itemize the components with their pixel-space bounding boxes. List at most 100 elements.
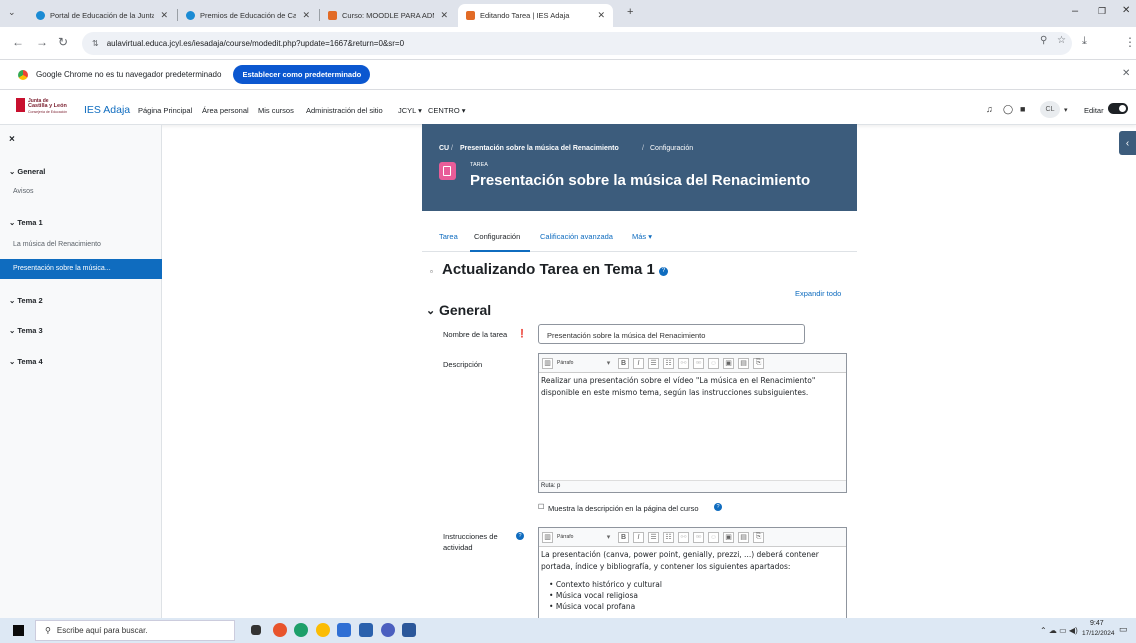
link-icon[interactable]: ⚯	[678, 531, 689, 543]
back-icon[interactable]: ←	[12, 35, 24, 49]
edit-mode-toggle[interactable]	[1108, 103, 1128, 114]
store-icon[interactable]	[359, 623, 373, 637]
window-close-icon[interactable]: ✕	[1122, 5, 1130, 16]
collapse-chevron-icon[interactable]: ⌄	[426, 304, 435, 317]
dropdown-icon[interactable]: ▾	[603, 532, 614, 543]
section-tema-2[interactable]: ⌄ Tema 2	[9, 296, 43, 305]
tab-search-icon[interactable]: ⌄	[8, 7, 16, 18]
paragraph-select[interactable]: Párrafo	[557, 532, 599, 543]
media-icon[interactable]: ▤	[738, 357, 749, 369]
tab-calificacion-avanzada[interactable]: Calificación avanzada	[540, 232, 613, 241]
junta-castilla-leon-logo[interactable]: Junta de Castilla y León Consejería de E…	[16, 98, 71, 118]
notifications-bell-icon[interactable]: ♫	[986, 104, 993, 114]
new-tab-icon[interactable]: +	[627, 6, 633, 18]
unlink-icon[interactable]: ⚮	[693, 357, 704, 369]
media-icon[interactable]: ▤	[738, 531, 749, 543]
toolbar-toggle-icon[interactable]: ▥	[542, 531, 553, 543]
user-avatar[interactable]: CL	[1040, 101, 1060, 118]
help-icon[interactable]: ?	[516, 532, 524, 540]
chrome-menu-icon[interactable]: ⋮	[1124, 35, 1136, 49]
bookmark-star-icon[interactable]: ☆	[1057, 35, 1066, 46]
grid-icon[interactable]: ■	[1020, 104, 1025, 114]
drawer-item-avisos[interactable]: Avisos	[13, 188, 34, 195]
numbered-list-icon[interactable]: ☷	[663, 357, 674, 369]
bold-icon[interactable]: B	[618, 531, 629, 543]
section-tema-4[interactable]: ⌄ Tema 4	[9, 357, 43, 366]
clock-date[interactable]: 17/12/2024	[1082, 630, 1115, 637]
address-bar[interactable]: ⇅ aulavirtual.educa.jcyl.es/iesadaja/cou…	[82, 32, 1072, 55]
close-icon[interactable]: ✕	[440, 10, 448, 21]
messages-icon[interactable]: ◯	[1003, 104, 1013, 115]
italic-icon[interactable]: I	[633, 531, 644, 543]
breadcrumb-activity[interactable]: Presentación sobre la música del Renacim…	[460, 145, 619, 152]
show-description-checkbox[interactable]: ☐	[538, 503, 544, 511]
section-tema-1[interactable]: ⌄ Tema 1	[9, 218, 43, 227]
teams-icon[interactable]	[381, 623, 395, 637]
restore-icon[interactable]: ❐	[1098, 6, 1106, 17]
emoji-icon[interactable]: ☺	[708, 357, 719, 369]
file-icon[interactable]: ⎘	[753, 357, 764, 369]
menu-pagina-principal[interactable]: Página Principal	[138, 106, 192, 115]
unlink-icon[interactable]: ⚮	[693, 531, 704, 543]
drawer-item-presentacion[interactable]: Presentación sobre la música...	[0, 259, 162, 279]
browser-tab-portal[interactable]: Portal de Educación de la Junta ✕	[28, 4, 176, 27]
bullet-list-icon[interactable]: ☰	[648, 357, 659, 369]
system-tray-icons[interactable]: ⌃ ☁ ▭ ◀)	[1040, 626, 1078, 635]
block-drawer-toggle-icon[interactable]: ‹	[1119, 131, 1136, 155]
drawer-item-musica-renacimiento[interactable]: La música del Renacimiento	[13, 241, 101, 248]
section-general[interactable]: ⌄ General	[9, 167, 45, 176]
firefox-icon[interactable]	[273, 623, 287, 637]
reload-icon[interactable]: ↻	[58, 35, 68, 49]
set-default-button[interactable]: Establecer como predeterminado	[233, 65, 371, 84]
task-view-icon[interactable]	[251, 625, 261, 635]
menu-mis-cursos[interactable]: Mis cursos	[258, 106, 294, 115]
tab-mas[interactable]: Más ▾	[632, 232, 652, 241]
site-info-icon[interactable]: ⇅	[92, 39, 99, 48]
instructions-text[interactable]: La presentación (canva, power point, gen…	[539, 547, 846, 575]
bullet-list-icon[interactable]: ☰	[648, 531, 659, 543]
infobar-close-icon[interactable]: ✕	[1122, 68, 1130, 79]
menu-administracion[interactable]: Administración del sitio	[306, 106, 383, 115]
description-editor[interactable]: ▥ Párrafo ▾ B I ☰ ☷ ⚯ ⚮ ☺ ▣ ▤ ⎘ Realizar…	[538, 353, 847, 493]
browser-tab-curso[interactable]: Curso: MOODLE PARA ADMINI ✕	[320, 4, 456, 27]
browser-tab-premios[interactable]: Premios de Educación de Castil ✕	[178, 4, 318, 27]
emoji-icon[interactable]: ☺	[708, 531, 719, 543]
help-icon[interactable]: ?	[714, 503, 722, 511]
windows-start-icon[interactable]	[13, 625, 24, 636]
taskbar-search[interactable]: ⚲ Escribe aquí para buscar.	[35, 620, 235, 641]
download-icon[interactable]: ⤓	[1082, 35, 1087, 48]
italic-icon[interactable]: I	[633, 357, 644, 369]
breadcrumb-course[interactable]: CU	[439, 145, 449, 152]
tab-configuracion[interactable]: Configuración	[474, 232, 520, 241]
tab-tarea[interactable]: Tarea	[439, 232, 458, 241]
description-text[interactable]: Realizar una presentación sobre el vídeo…	[539, 373, 846, 401]
link-icon[interactable]: ⚯	[678, 357, 689, 369]
image-icon[interactable]: ▣	[723, 357, 734, 369]
drawer-close-icon[interactable]: ×	[9, 134, 15, 145]
file-icon[interactable]: ⎘	[753, 531, 764, 543]
close-icon[interactable]: ✕	[597, 10, 605, 21]
bold-icon[interactable]: B	[618, 357, 629, 369]
browser-tab-editando[interactable]: Editando Tarea | IES Adaja ✕	[458, 4, 613, 27]
close-icon[interactable]: ✕	[160, 10, 168, 21]
user-menu-chevron-icon[interactable]: ▾	[1064, 106, 1068, 114]
expand-all-link[interactable]: Expandir todo	[795, 289, 841, 298]
word-icon[interactable]	[402, 623, 416, 637]
close-icon[interactable]: ✕	[302, 10, 310, 21]
menu-jcyl[interactable]: JCYL ▾	[398, 106, 422, 115]
toolbar-toggle-icon[interactable]: ▥	[542, 357, 553, 369]
help-icon[interactable]: ?	[659, 267, 668, 276]
numbered-list-icon[interactable]: ☷	[663, 531, 674, 543]
zoom-icon[interactable]: ⚲	[1040, 35, 1047, 46]
paragraph-select[interactable]: Párrafo	[557, 358, 599, 369]
edge-icon[interactable]	[294, 623, 308, 637]
notifications-icon[interactable]: ▭	[1119, 624, 1128, 635]
section-tema-3[interactable]: ⌄ Tema 3	[9, 326, 43, 335]
clock-time[interactable]: 9:47	[1090, 620, 1104, 627]
task-name-input[interactable]: Presentación sobre la música del Renacim…	[538, 324, 805, 344]
site-name[interactable]: IES Adaja	[84, 104, 130, 116]
forward-icon[interactable]: →	[36, 35, 48, 49]
image-icon[interactable]: ▣	[723, 531, 734, 543]
files-icon[interactable]	[337, 623, 351, 637]
instructions-editor[interactable]: ▥ Párrafo ▾ B I ☰ ☷ ⚯ ⚮ ☺ ▣ ▤ ⎘ La prese…	[538, 527, 847, 619]
